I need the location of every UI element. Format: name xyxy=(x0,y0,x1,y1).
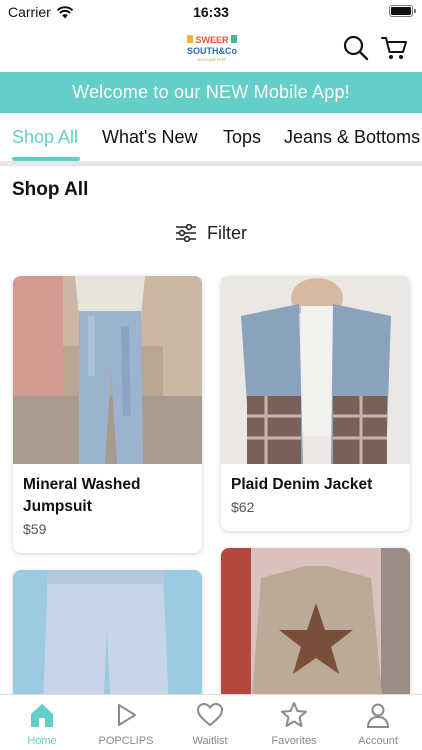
tab-jeans-bottoms[interactable]: Jeans & Bottoms xyxy=(284,127,420,148)
search-icon[interactable] xyxy=(342,34,370,62)
heart-icon xyxy=(196,702,224,727)
nav-account[interactable]: Account xyxy=(336,695,420,750)
logo-tagline: BOUTIQUE PREP xyxy=(198,58,227,62)
filter-button[interactable]: Filter xyxy=(175,219,247,247)
product-image-jeans[interactable] xyxy=(13,570,202,710)
product-card[interactable]: Mineral Washed Jumpsuit $59 xyxy=(13,276,202,553)
product-image-jumpsuit[interactable] xyxy=(13,276,202,464)
product-name[interactable]: Plaid Denim Jacket xyxy=(231,474,400,496)
category-tabs: Shop All What's New Tops Jeans & Bottoms xyxy=(0,113,422,165)
app-header: SWEER SOUTH&Co BOUTIQUE PREP xyxy=(0,24,422,72)
product-card[interactable]: Plaid Denim Jacket $62 xyxy=(221,276,410,531)
play-icon xyxy=(118,704,136,726)
nav-label: Home xyxy=(27,735,57,747)
filter-label: Filter xyxy=(207,222,247,243)
person-icon xyxy=(366,703,390,728)
product-card[interactable] xyxy=(221,548,410,708)
tab-shop-all[interactable]: Shop All xyxy=(12,127,78,148)
product-price: $59 xyxy=(23,521,47,537)
tabs-divider xyxy=(0,161,422,166)
product-image-sweater[interactable] xyxy=(221,548,410,708)
nav-popclips[interactable]: POPCLIPS xyxy=(84,695,168,750)
status-time: 16:33 xyxy=(193,4,229,20)
home-icon xyxy=(31,704,53,727)
welcome-banner[interactable]: Welcome to our NEW Mobile App! xyxy=(0,72,422,113)
brand-logo[interactable]: SWEER SOUTH&Co BOUTIQUE PREP xyxy=(184,31,240,65)
tab-whats-new[interactable]: What's New xyxy=(102,127,197,148)
nav-favorites[interactable]: Favorites xyxy=(252,695,336,750)
tab-tops[interactable]: Tops xyxy=(223,127,261,148)
status-bar: Carrier 16:33 xyxy=(0,0,422,24)
battery-icon xyxy=(389,5,416,17)
nav-label: Account xyxy=(358,735,398,747)
page-title: Shop All xyxy=(12,179,89,200)
logo-text-top: SWEER xyxy=(195,35,229,45)
sliders-icon xyxy=(176,224,196,242)
cart-icon[interactable] xyxy=(380,34,408,62)
product-image-jacket[interactable] xyxy=(221,276,410,464)
nav-waitlist[interactable]: Waitlist xyxy=(168,695,252,750)
logo-text-bottom: SOUTH&Co xyxy=(187,46,237,56)
nav-home[interactable]: Home xyxy=(0,695,84,750)
product-price: $62 xyxy=(231,499,255,515)
nav-label: Waitlist xyxy=(192,735,228,747)
product-card[interactable] xyxy=(13,570,202,710)
nav-label: POPCLIPS xyxy=(98,735,154,747)
nav-label: Favorites xyxy=(271,735,317,747)
star-icon xyxy=(281,702,307,727)
product-name[interactable]: Mineral Washed Jumpsuit xyxy=(23,474,192,518)
welcome-banner-text: Welcome to our NEW Mobile App! xyxy=(72,82,350,102)
bottom-nav: Home POPCLIPS Waitlist Favorites Account xyxy=(0,694,422,750)
